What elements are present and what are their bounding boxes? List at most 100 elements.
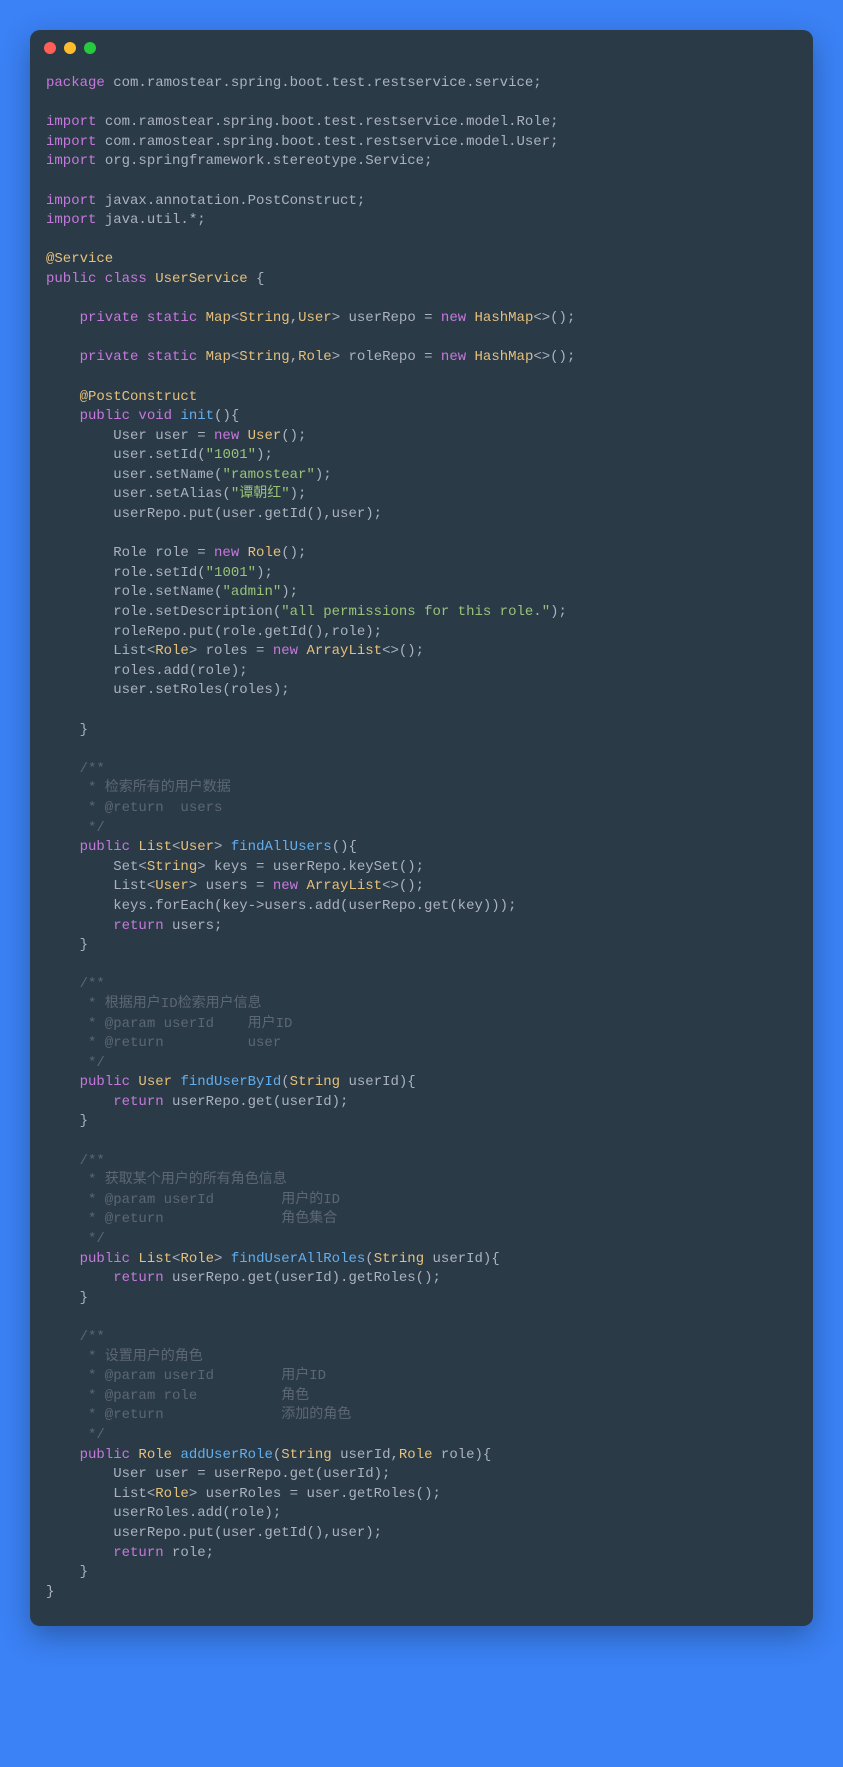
method: addUserRole	[180, 1447, 272, 1463]
type: User	[248, 428, 282, 444]
code: <>();	[533, 310, 575, 326]
type: Role	[155, 1486, 189, 1502]
type: String	[290, 1074, 340, 1090]
keyword: void	[138, 408, 180, 424]
brace: }	[46, 937, 88, 953]
keyword: import	[46, 193, 96, 209]
code: userId,	[332, 1447, 399, 1463]
code: userId){	[340, 1074, 416, 1090]
keyword: return	[46, 1094, 164, 1110]
type: User	[180, 839, 214, 855]
type: HashMap	[475, 349, 534, 365]
code: <>();	[382, 643, 424, 659]
maximize-icon[interactable]	[84, 42, 96, 54]
type: ArrayList	[306, 643, 382, 659]
keyword: import	[46, 114, 96, 130]
code: List<	[46, 1486, 155, 1502]
method: findAllUsers	[231, 839, 332, 855]
type: Role	[155, 643, 189, 659]
code: ();	[281, 545, 306, 561]
keyword: public	[46, 839, 138, 855]
keyword: new	[273, 878, 307, 894]
annotation: @Service	[46, 251, 113, 267]
keyword: new	[441, 310, 475, 326]
code: role.setName(	[46, 584, 222, 600]
code: role){	[433, 1447, 492, 1463]
code: userRepo.put(user.getId(),user);	[46, 506, 382, 522]
minimize-icon[interactable]	[64, 42, 76, 54]
comment: * 设置用户的角色	[46, 1349, 203, 1365]
code: <>();	[382, 878, 424, 894]
code: userId){	[424, 1251, 500, 1267]
keyword: import	[46, 134, 96, 150]
code: ();	[281, 428, 306, 444]
keyword: new	[441, 349, 475, 365]
type: List	[138, 839, 172, 855]
code: User user =	[46, 428, 214, 444]
code: List<	[46, 643, 155, 659]
string: "all permissions for this role."	[281, 604, 550, 620]
brace: }	[46, 1290, 88, 1306]
keyword: public	[46, 1447, 138, 1463]
code: );	[290, 486, 307, 502]
type: Role	[399, 1447, 433, 1463]
code: userRoles.add(role);	[46, 1505, 281, 1521]
import-path: com.ramostear.spring.boot.test.restservi…	[96, 114, 558, 130]
comment: */	[46, 1231, 105, 1247]
punct: >	[214, 1251, 231, 1267]
code: roles.add(role);	[46, 663, 248, 679]
code: (	[365, 1251, 373, 1267]
code: <>();	[533, 349, 575, 365]
keyword: return	[46, 1270, 164, 1286]
type: String	[239, 349, 289, 365]
type: User	[155, 878, 189, 894]
type: String	[147, 859, 197, 875]
string: "1001"	[206, 565, 256, 581]
comment: */	[46, 1055, 105, 1071]
punct: <	[231, 310, 239, 326]
keyword: new	[214, 428, 248, 444]
punct: ,	[290, 349, 298, 365]
method: findUserById	[180, 1074, 281, 1090]
brace: }	[46, 1564, 88, 1580]
code: role.setDescription(	[46, 604, 281, 620]
keyword: return	[46, 1545, 164, 1561]
type: String	[281, 1447, 331, 1463]
brace: {	[248, 271, 265, 287]
code: Role role =	[46, 545, 214, 561]
code: );	[256, 565, 273, 581]
code: Set<	[46, 859, 147, 875]
comment: * @param role 角色	[46, 1388, 309, 1404]
code: userRepo.put(user.getId(),user);	[46, 1525, 382, 1541]
keyword: return	[46, 918, 164, 934]
keyword: new	[214, 545, 248, 561]
type: Role	[180, 1251, 214, 1267]
code: (	[273, 1447, 281, 1463]
keyword: public	[46, 1074, 138, 1090]
close-icon[interactable]	[44, 42, 56, 54]
type: Map	[206, 310, 231, 326]
code: role;	[164, 1545, 214, 1561]
code: > userRepo =	[332, 310, 441, 326]
keyword: public	[46, 408, 138, 424]
keyword: package	[46, 75, 105, 91]
code: user.setName(	[46, 467, 222, 483]
package-path: com.ramostear.spring.boot.test.restservi…	[105, 75, 542, 91]
code: (){	[214, 408, 239, 424]
method: findUserAllRoles	[231, 1251, 365, 1267]
code: );	[281, 584, 298, 600]
keyword: public class	[46, 271, 155, 287]
comment: /**	[46, 1153, 105, 1169]
keyword: private static	[46, 349, 206, 365]
brace: }	[46, 1584, 54, 1600]
keyword: public	[46, 1251, 138, 1267]
comment: /**	[46, 761, 105, 777]
keyword: private static	[46, 310, 206, 326]
code: user.setRoles(roles);	[46, 682, 290, 698]
comment: * @param userId 用户的ID	[46, 1192, 340, 1208]
code: > roles =	[189, 643, 273, 659]
comment: * @return 角色集合	[46, 1211, 337, 1227]
code: > roleRepo =	[332, 349, 441, 365]
comment: /**	[46, 1329, 105, 1345]
keyword: import	[46, 153, 96, 169]
